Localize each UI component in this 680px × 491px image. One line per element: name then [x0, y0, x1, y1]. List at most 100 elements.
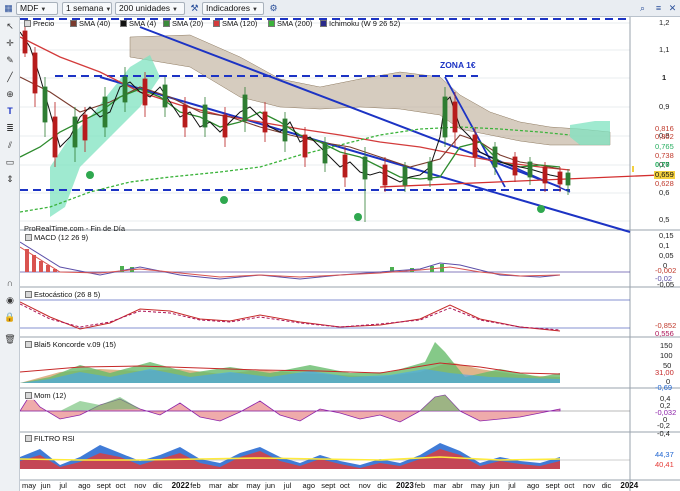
eye-icon[interactable]: ◉	[3, 294, 17, 307]
koncorde-panel-label[interactable]: Blai5 Koncorde v.09 (15)	[24, 340, 117, 349]
price-axis-label: 0,5	[659, 215, 670, 224]
stoch-k-line	[20, 301, 561, 332]
time-axis-label: ago	[302, 481, 316, 490]
mom-axis-label: -0,4	[657, 429, 670, 438]
time-axis-label: sept	[545, 481, 560, 490]
legend-swatch	[25, 392, 32, 399]
crosshair-icon[interactable]: ✛	[3, 37, 17, 50]
chevron-down-icon: ▼	[105, 7, 112, 13]
koncorde-axis-label: 150	[660, 341, 673, 350]
legend-price[interactable]: Precio	[24, 19, 54, 29]
legend-swatch	[120, 20, 127, 27]
legend-sma-200[interactable]: SMA (200)	[268, 19, 312, 29]
search-icon[interactable]: ⌕	[636, 2, 649, 15]
thumb-up-icon	[537, 205, 545, 213]
zona-annotation: ZONA 1€	[440, 60, 476, 70]
price-tag: 0,70	[655, 160, 670, 169]
time-axis-label: dic	[377, 481, 387, 490]
pointer-icon[interactable]: ↖	[3, 20, 17, 33]
time-axis-label: nov	[134, 481, 147, 490]
text-icon[interactable]: T	[3, 105, 17, 118]
koncorde-axis-label: 100	[660, 351, 673, 360]
legend-sma-120[interactable]: SMA (120)	[213, 19, 257, 29]
price-tag: 0,628	[655, 179, 674, 188]
drawing-toolbar: ↖ ✛ ✎ ╱ ⊕ T ≣ ⫽ ▭ ⇕ ∩ ◉ 🔒 🗑	[0, 17, 20, 491]
shape-icon[interactable]: ▭	[3, 156, 17, 169]
time-axis-label: jul	[59, 481, 67, 490]
line-icon[interactable]: ╱	[3, 71, 17, 84]
legend-ichimoku[interactable]: Ichimoku (W 9 26 52)	[320, 19, 400, 29]
legend-sma-20[interactable]: SMA (20)	[163, 19, 203, 29]
top-toolbar: ▦ MDF ▼ 1 semana ▼ 200 unidades ▼ ⚒ Indicad…	[0, 0, 680, 17]
thumb-up-icon	[86, 171, 94, 179]
indicators-button[interactable]: Indicadores ▼	[202, 2, 264, 15]
chart-type-icon[interactable]: ▦	[2, 2, 15, 15]
source-label: ProRealTime.com - Fin de Día	[24, 224, 126, 233]
stoch-tag: 0,556	[655, 329, 674, 338]
rsi-tag: 40,41	[655, 460, 674, 469]
tools-icon[interactable]: ⚒	[188, 2, 201, 15]
menu-icon[interactable]: ≡	[652, 2, 665, 15]
time-axis-label: dic	[152, 481, 163, 490]
symbol-label: MDF	[20, 3, 39, 13]
time-axis-label: sept	[96, 481, 111, 490]
legend-swatch	[25, 234, 32, 241]
zoom-icon[interactable]: ⊕	[3, 88, 17, 101]
macd-tag: -0,02	[655, 274, 673, 283]
macd-axis-label: 0,05	[659, 251, 674, 260]
indicators-label: Indicadores	[206, 3, 250, 13]
macd-panel-label[interactable]: MACD (12 26 9)	[24, 233, 90, 242]
pencil-icon[interactable]: ✎	[3, 54, 17, 67]
time-axis-label: oct	[564, 481, 575, 490]
stoch-d-line	[20, 303, 561, 331]
time-axis-label: ago	[526, 481, 540, 490]
magnet-icon[interactable]: ∩	[3, 277, 17, 290]
price-axis-label: 1,1	[659, 45, 670, 54]
measure-icon[interactable]: ⇕	[3, 173, 17, 186]
koncorde-tag: 31,00	[655, 368, 674, 377]
legend-sma-4[interactable]: SMA (4)	[120, 19, 156, 29]
lock-icon[interactable]: 🔒	[3, 311, 17, 324]
time-axis-label: nov	[583, 481, 596, 490]
symbol-selector[interactable]: MDF ▼	[16, 2, 58, 15]
time-axis-label: abr	[452, 481, 463, 490]
time-axis-label: abr	[227, 481, 239, 490]
time-axis-label: may	[22, 481, 37, 490]
time-axis-label: 2022	[171, 481, 190, 490]
time-axis-label: may	[246, 481, 261, 490]
close-icon[interactable]: ✕	[666, 2, 679, 15]
macd-signal-line	[20, 246, 561, 278]
channel-icon[interactable]: ⫽	[3, 139, 17, 152]
thumb-up-icon	[220, 196, 228, 204]
time-axis-label: jul	[283, 481, 292, 490]
time-axis-label: oct	[115, 481, 126, 490]
units-selector[interactable]: 200 unidades ▼	[115, 2, 185, 15]
time-axis-label: feb	[414, 481, 426, 490]
stoch-panel-label[interactable]: Estocástico (26 8 5)	[24, 290, 102, 299]
ichimoku-cloud-green-right	[570, 121, 610, 145]
time-axis-label: mar	[209, 481, 222, 490]
interval-selector[interactable]: 1 semana ▼	[62, 2, 112, 15]
legend-sma-40[interactable]: SMA (40)	[70, 19, 110, 29]
fibonacci-icon[interactable]: ≣	[3, 122, 17, 135]
mom-panel-label[interactable]: Mom (12)	[24, 391, 68, 400]
chevron-down-icon: ▼	[40, 7, 47, 13]
price-tag: 0,802	[655, 132, 674, 141]
legend-swatch	[25, 291, 32, 298]
trash-icon[interactable]: 🗑	[3, 333, 17, 346]
rsi-panel-label[interactable]: FILTRO RSI	[24, 434, 76, 443]
legend-swatch	[213, 20, 220, 27]
mom-tag: -0,032	[655, 408, 677, 417]
rsi-tag: 44,37	[655, 450, 674, 459]
legend-swatch	[70, 20, 77, 27]
time-axis-label: sept	[321, 481, 336, 490]
time-axis-label: jul	[508, 481, 516, 490]
chart-canvas[interactable]	[20, 17, 680, 491]
price-axis-label: 1,2	[659, 18, 670, 27]
time-axis-label: oct	[339, 481, 350, 490]
chevron-down-icon: ▼	[251, 7, 258, 13]
time-axis-label: 2024	[620, 481, 639, 490]
settings-icon[interactable]: ⚙	[267, 2, 280, 15]
price-axis-label: 0,6	[659, 188, 670, 197]
time-axis-label: ago	[78, 481, 91, 490]
